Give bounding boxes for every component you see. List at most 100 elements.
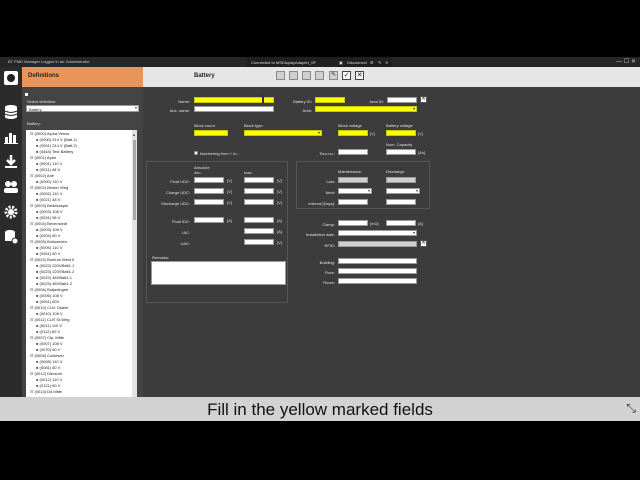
tree-scrollbar[interactable]: ▲ [132, 130, 137, 397]
database-settings-icon[interactable] [3, 229, 19, 245]
tree-group-item[interactable]: ⊟ (0002) Arle [30, 173, 54, 178]
tree-group-item[interactable]: ⊟ (0006) Butjadingen [30, 287, 68, 292]
tree-child-item[interactable]: ■ (0001) 214 V (Batt.2) [36, 143, 77, 148]
rfid-clear-icon[interactable]: ✕ [420, 240, 427, 247]
block-count-input[interactable] [194, 130, 228, 136]
camera-icon[interactable] [3, 70, 19, 86]
battery-tree[interactable]: ⊟ (0000) Alpha Venus ■ (0000) 214 V (Batt… [26, 130, 137, 397]
first-record-button[interactable] [276, 71, 285, 80]
tree-child-item[interactable]: ■ (0081) 60 V [36, 365, 60, 370]
iac-max-input[interactable] [244, 228, 274, 234]
maintenance-last-input[interactable] [338, 177, 368, 183]
tree-group-item[interactable]: ⊟ (0022) Borkum West II [30, 257, 74, 262]
tree-group-item[interactable]: ⊟ (0011) CUX St.Weg [30, 317, 69, 322]
tree-child-item[interactable]: ■ (0002) 110 V [36, 191, 62, 196]
tree-group-item[interactable]: ⊟ (0007) Clp. Mitte [30, 335, 64, 340]
tree-child-item[interactable]: ■ (0005) 110 V [36, 245, 62, 250]
tree-group-item[interactable]: ⊟ (0004) Bevenstedt [30, 221, 67, 226]
discharge-interval-input[interactable] [386, 199, 416, 205]
tree-group-item[interactable]: ⊟ (0001) Apen [30, 155, 56, 160]
tree-child-item[interactable]: ■ (0006) 108 V [36, 293, 63, 298]
battery-id-input[interactable] [315, 97, 345, 103]
download-icon[interactable] [3, 154, 19, 170]
block-type-select[interactable] [244, 130, 322, 136]
edit-icon[interactable]: ✎ [329, 71, 338, 80]
close-icon[interactable]: ✕ [385, 60, 388, 65]
save-check-icon[interactable]: ✓ [342, 71, 351, 80]
charge-udc-min-input[interactable] [194, 188, 224, 194]
tree-child-item[interactable]: ■ (0112) 60 V [36, 329, 60, 334]
tree-group-item[interactable]: ⊟ (0013) Dd Mitte [30, 389, 62, 394]
disconnect-icon[interactable]: ▣ [339, 60, 343, 65]
tree-child-item[interactable]: ■ (0010) 108 V [36, 311, 63, 316]
maintenance-next-select[interactable] [338, 188, 372, 194]
nom-capacity-input[interactable] [386, 149, 416, 155]
tree-child-item[interactable]: ■ (0011) 110 V [36, 323, 62, 328]
tree-group-item[interactable]: ⊟ (0010) CUX Osteel [30, 305, 68, 310]
discharge-last-input[interactable] [386, 177, 416, 183]
scroll-up-icon[interactable]: ▲ [132, 132, 137, 138]
tour-input[interactable] [338, 149, 368, 155]
discharge-next-select[interactable] [386, 188, 420, 194]
installation-date-picker[interactable] [338, 230, 417, 236]
settings-icon[interactable]: ⚙ [370, 60, 374, 65]
tree-child-item[interactable]: ■ (0031) 56 V [36, 215, 60, 220]
tree-child-item[interactable]: ■ (0121) 60 V [36, 383, 60, 388]
clamp-input-2[interactable] [386, 220, 416, 226]
tree-child-item[interactable]: ■ (0007) 108 V [36, 341, 63, 346]
database-icon[interactable] [3, 104, 19, 120]
users-icon[interactable] [3, 179, 19, 195]
tree-child-item[interactable]: ■ (0008) 110 V [36, 359, 62, 364]
rfid-input[interactable] [338, 241, 417, 247]
tree-child-item[interactable]: ■ (0000) 110 V [36, 179, 62, 184]
float-idc-max-input[interactable] [244, 217, 274, 223]
tree-child-item[interactable]: ■ (0011) 48 V [36, 167, 60, 172]
area-id-input[interactable] [387, 97, 417, 103]
tree-group-item[interactable]: ⊟ (0005) Bollwerden [30, 239, 67, 244]
tree-child-item[interactable]: ■ (0012) 110 V [36, 377, 62, 382]
tree-group-item[interactable]: ⊟ (0003) Bedekaspel [30, 203, 68, 208]
tree-group-item[interactable]: ⊟ (0008) Coldewei [30, 353, 64, 358]
definition-select[interactable]: Battery [26, 105, 139, 112]
tree-child-item[interactable]: ■ (0023) 220VBatt1.2 [36, 269, 74, 274]
tree-child-item[interactable]: ■ (0070) 60 V [36, 347, 60, 352]
gear-icon[interactable] [3, 204, 19, 220]
aux-name-input[interactable] [194, 106, 274, 112]
tree-group-item[interactable]: ⊟ (0000) Alpha Venus [30, 131, 69, 136]
float-udc-max-input[interactable] [244, 177, 274, 183]
window-controls[interactable]: — ☐ ✕ [616, 58, 636, 65]
last-record-button[interactable] [315, 71, 324, 80]
float-udc-min-input[interactable] [194, 177, 224, 183]
block-voltage-input[interactable] [338, 130, 368, 136]
uac-max-input[interactable] [244, 239, 274, 245]
tree-child-item[interactable]: ■ (0001) 110 V [36, 161, 62, 166]
cancel-x-icon[interactable]: ✕ [355, 71, 364, 80]
disconnect-button[interactable]: Disconnect [347, 60, 367, 65]
tree-child-item[interactable]: ■ (0023) 48VBatt1.2 [36, 281, 72, 286]
tree-group-item[interactable]: ⊟ (0002) Benter Weg [30, 185, 68, 190]
float-idc-min-input[interactable] [194, 217, 224, 223]
area-clear-icon[interactable]: ✕ [420, 96, 427, 103]
clamp-input-1[interactable] [338, 220, 368, 226]
pin-icon[interactable]: ✎ [378, 60, 381, 65]
numbering-checkbox[interactable] [194, 151, 198, 155]
prev-record-button[interactable] [289, 71, 298, 80]
tree-child-item[interactable]: ■ (0004) 60 V [36, 233, 60, 238]
building-input[interactable] [338, 258, 417, 264]
tree-child-item[interactable]: ■ (0003) 108 V [36, 227, 63, 232]
tree-child-item[interactable]: ■ (0022) 220VBatt1.1 [36, 263, 74, 268]
tree-child-item[interactable]: ■ (0022) 48VBatt1.1 [36, 275, 72, 280]
tree-child-item[interactable]: ■ (0003) 108 V [36, 209, 63, 214]
floor-input[interactable] [338, 268, 417, 274]
tree-child-item[interactable]: ■ (0021) 48 V [36, 197, 60, 202]
remarks-textarea[interactable] [151, 261, 286, 285]
maintenance-interval-input[interactable] [338, 199, 368, 205]
charge-udc-max-input[interactable] [244, 188, 274, 194]
discharge-udc-min-input[interactable] [194, 199, 224, 205]
tree-child-item[interactable]: ■ (0000) 214 V (Batt.1) [36, 137, 77, 142]
scroll-thumb[interactable] [133, 140, 136, 220]
tree-child-item[interactable]: ■ (0061) 60V [36, 299, 59, 304]
room-input[interactable] [338, 278, 417, 284]
chart-icon[interactable] [3, 129, 19, 145]
tree-group-item[interactable]: ⊟ (0012) Diersum [30, 371, 62, 376]
